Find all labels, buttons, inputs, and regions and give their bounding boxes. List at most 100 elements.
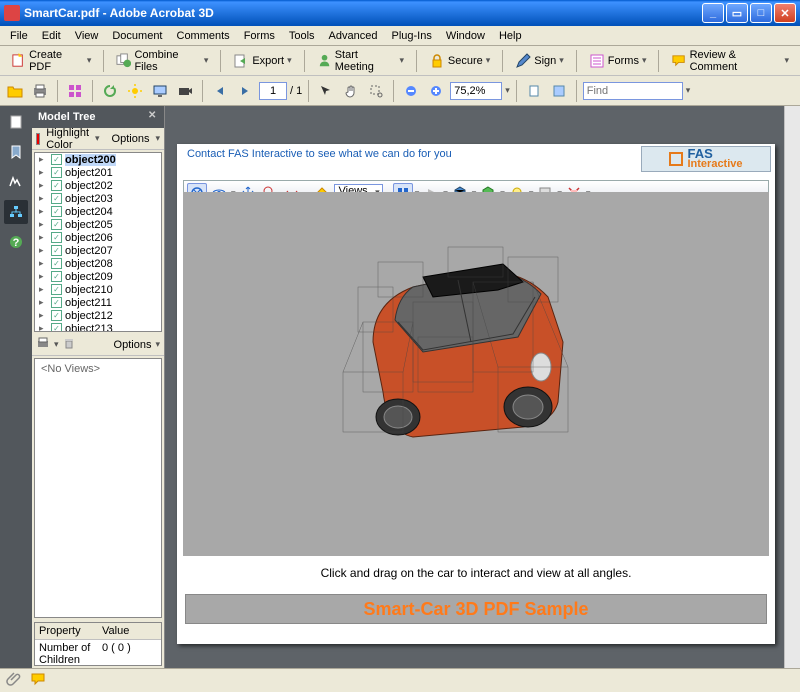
- minimize-button[interactable]: _: [702, 3, 724, 23]
- attachments-icon[interactable]: [6, 671, 22, 690]
- menu-edit[interactable]: Edit: [36, 28, 67, 44]
- tree-item[interactable]: ▸✓object200: [35, 153, 161, 166]
- highlight-color-label[interactable]: Highlight Color: [46, 127, 89, 151]
- find-input[interactable]: [583, 82, 683, 100]
- menu-advanced[interactable]: Advanced: [323, 28, 384, 44]
- properties-table: PropertyValue Number of Children0 ( 0 ): [34, 622, 162, 666]
- menu-plugins[interactable]: Plug-Ins: [385, 28, 437, 44]
- main-toolbar: Create PDF▾ Combine Files▾ Export▾ Start…: [0, 46, 800, 76]
- document-viewport[interactable]: Contact FAS Interactive to see what we c…: [165, 106, 800, 668]
- left-rail: ?: [0, 106, 32, 668]
- zoom-level-input[interactable]: [450, 82, 502, 100]
- 3d-canvas[interactable]: [183, 192, 769, 556]
- close-button[interactable]: ✕: [774, 3, 796, 23]
- tree-item[interactable]: ▸✓object204: [35, 205, 161, 218]
- forms-icon: [589, 53, 605, 69]
- secure-button[interactable]: Secure▾: [422, 49, 497, 73]
- tree-item[interactable]: ▸✓object202: [35, 179, 161, 192]
- pages-panel-button[interactable]: [4, 110, 28, 134]
- fas-logo-icon: [669, 152, 683, 166]
- sample-title-bar: Smart-Car 3D PDF Sample: [185, 594, 767, 624]
- instruction-text: Click and drag on the car to interact an…: [177, 560, 775, 586]
- display-button[interactable]: [149, 80, 171, 102]
- tree-item[interactable]: ▸✓object207: [35, 244, 161, 257]
- property-header-value: Value: [98, 623, 161, 639]
- camera-button[interactable]: [174, 80, 196, 102]
- menu-document[interactable]: Document: [106, 28, 168, 44]
- secondary-toolbar: / 1 ▾ ▾: [0, 76, 800, 106]
- model-tree-panel: Model Tree✕ Highlight Color▾ Options▾ ▸✓…: [32, 106, 165, 668]
- reload-button[interactable]: [99, 80, 121, 102]
- combine-icon: [116, 53, 131, 69]
- tree-item[interactable]: ▸✓object210: [35, 283, 161, 296]
- combine-files-button[interactable]: Combine Files▾: [109, 45, 215, 77]
- print-button[interactable]: [29, 80, 51, 102]
- page-total-label: / 1: [290, 85, 302, 97]
- model-tree-panel-button[interactable]: [4, 200, 28, 224]
- svg-text:?: ?: [13, 237, 20, 249]
- car-model[interactable]: [313, 222, 613, 472]
- select-tool-button[interactable]: [315, 80, 337, 102]
- comments-icon[interactable]: [30, 671, 46, 690]
- menu-window[interactable]: Window: [440, 28, 491, 44]
- signatures-panel-button[interactable]: [4, 170, 28, 194]
- tree-item[interactable]: ▸✓object201: [35, 166, 161, 179]
- thumbnails-button[interactable]: [64, 80, 86, 102]
- help-panel-button[interactable]: ?: [4, 230, 28, 254]
- menu-view[interactable]: View: [69, 28, 105, 44]
- tree-item[interactable]: ▸✓object212: [35, 309, 161, 322]
- hand-tool-button[interactable]: [340, 80, 362, 102]
- maximize-button[interactable]: □: [750, 3, 772, 23]
- app-icon: [4, 5, 20, 21]
- fas-logo: FASInteractive: [641, 146, 771, 172]
- views-print-icon[interactable]: [36, 336, 50, 353]
- bookmarks-panel-button[interactable]: [4, 140, 28, 164]
- create-pdf-button[interactable]: Create PDF▾: [4, 45, 98, 77]
- fit-page-button[interactable]: [548, 80, 570, 102]
- vertical-scrollbar[interactable]: [784, 106, 800, 668]
- create-pdf-icon: [11, 53, 26, 69]
- tree-item[interactable]: ▸✓object206: [35, 231, 161, 244]
- open-button[interactable]: [4, 80, 26, 102]
- tree-item[interactable]: ▸✓object209: [35, 270, 161, 283]
- sun-button[interactable]: [124, 80, 146, 102]
- tree-item[interactable]: ▸✓object203: [35, 192, 161, 205]
- property-row-value: 0 ( 0 ): [98, 640, 161, 668]
- menu-file[interactable]: File: [4, 28, 34, 44]
- menu-forms[interactable]: Forms: [238, 28, 281, 44]
- pen-icon: [515, 53, 531, 69]
- menu-tools[interactable]: Tools: [283, 28, 321, 44]
- status-bar: [0, 668, 800, 692]
- views-options-menu[interactable]: Options: [114, 339, 152, 351]
- zoom-in-button[interactable]: [425, 80, 447, 102]
- zoom-out-button[interactable]: [400, 80, 422, 102]
- menu-comments[interactable]: Comments: [171, 28, 236, 44]
- menu-help[interactable]: Help: [493, 28, 528, 44]
- start-meeting-button[interactable]: Start Meeting▾: [310, 45, 411, 77]
- pdf-page: Contact FAS Interactive to see what we c…: [177, 144, 775, 644]
- tree-item[interactable]: ▸✓object205: [35, 218, 161, 231]
- find-dropdown-icon[interactable]: ▾: [686, 85, 691, 96]
- forms-button[interactable]: Forms▾: [582, 49, 654, 73]
- export-icon: [233, 53, 249, 69]
- panel-close-button[interactable]: ✕: [148, 110, 160, 122]
- next-page-button[interactable]: [234, 80, 256, 102]
- zoom-dropdown-icon[interactable]: ▾: [505, 85, 510, 96]
- review-comment-button[interactable]: Review & Comment▾: [664, 45, 796, 77]
- page-number-input[interactable]: [259, 82, 287, 100]
- prev-page-button[interactable]: [209, 80, 231, 102]
- property-row-key: Number of Children: [35, 640, 98, 668]
- export-button[interactable]: Export▾: [226, 49, 298, 73]
- tree-options-menu[interactable]: Options: [112, 133, 150, 145]
- tree-item[interactable]: ▸✓object213: [35, 322, 161, 332]
- highlight-color-swatch[interactable]: [36, 133, 40, 145]
- tree-item[interactable]: ▸✓object211: [35, 296, 161, 309]
- fit-width-button[interactable]: [523, 80, 545, 102]
- views-list[interactable]: <No Views>: [35, 359, 161, 617]
- marquee-zoom-button[interactable]: [365, 80, 387, 102]
- restore-button[interactable]: ▭: [726, 3, 748, 23]
- views-trash-icon[interactable]: [63, 337, 75, 352]
- tree-item[interactable]: ▸✓object208: [35, 257, 161, 270]
- object-tree-list[interactable]: ▸✓object200▸✓object201▸✓object202▸✓objec…: [34, 152, 162, 332]
- sign-button[interactable]: Sign▾: [508, 49, 571, 73]
